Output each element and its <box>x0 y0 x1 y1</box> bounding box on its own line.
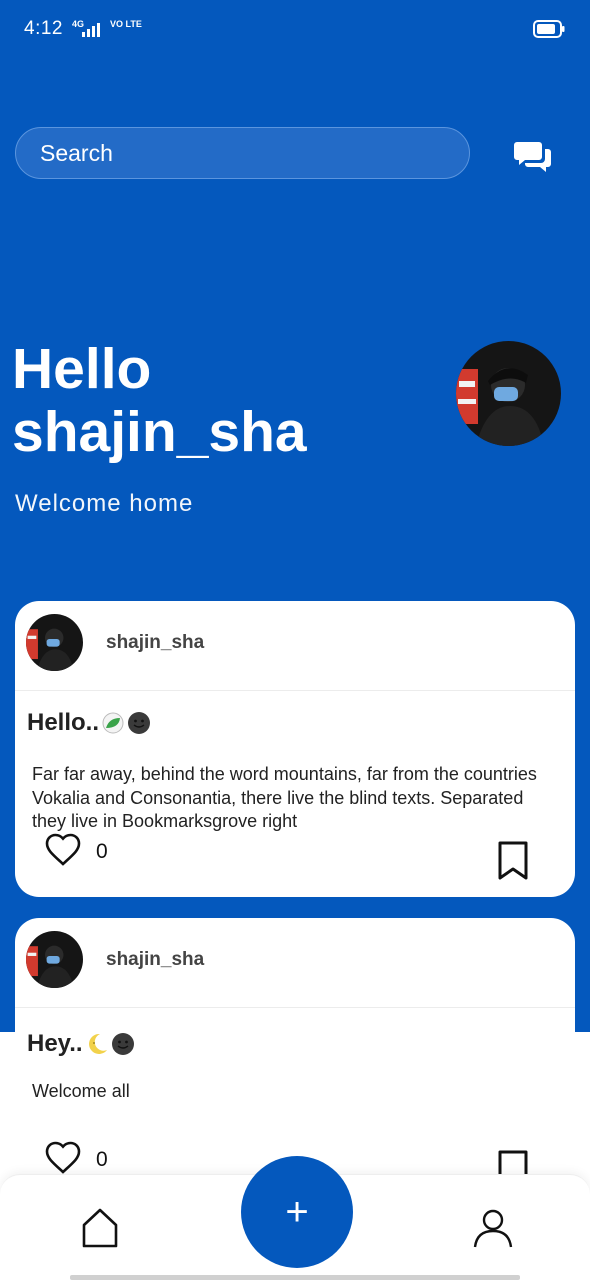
add-post-button[interactable]: + <box>241 1156 353 1268</box>
heart-icon[interactable] <box>45 1141 81 1175</box>
like-count: 0 <box>96 840 108 863</box>
leaf-icon <box>102 712 124 734</box>
profile-avatar[interactable] <box>456 341 561 446</box>
search-input[interactable]: Search <box>15 127 470 179</box>
greeting-heading: Hello shajin_sha <box>12 338 307 464</box>
smiley-icon <box>128 712 151 734</box>
greeting-line-1: Hello <box>12 337 152 401</box>
greeting-username: shajin_sha <box>12 400 307 464</box>
post-header: shajin_sha <box>15 601 575 691</box>
status-bar: 4:12 4G VO LTE <box>0 0 590 60</box>
status-time: 4:12 <box>24 18 63 39</box>
post-username[interactable]: shajin_sha <box>106 949 204 971</box>
avatar-photo <box>26 931 83 988</box>
post-title: Hello.. <box>27 709 151 737</box>
heart-icon[interactable] <box>45 833 81 867</box>
battery-icon <box>533 20 565 38</box>
post-card[interactable]: shajin_sha Hello.. Far far away, behind … <box>15 601 575 897</box>
post-title: Hey.. <box>27 1030 135 1058</box>
smiley-icon <box>111 1033 134 1055</box>
post-username[interactable]: shajin_sha <box>106 632 204 654</box>
post-avatar[interactable] <box>26 931 83 988</box>
search-placeholder: Search <box>40 139 113 166</box>
post-body: Far far away, behind the word mountains,… <box>32 764 537 831</box>
chat-icon[interactable] <box>514 139 554 175</box>
post-header: shajin_sha <box>15 918 575 1008</box>
home-icon[interactable] <box>80 1207 120 1249</box>
post-avatar[interactable] <box>26 614 83 671</box>
profile-icon[interactable] <box>472 1207 514 1249</box>
post-title-text: Hey.. <box>27 1030 83 1057</box>
avatar-photo <box>456 341 561 446</box>
signal-icon <box>82 23 100 37</box>
post-title-text: Hello.. <box>27 709 100 736</box>
like-count: 0 <box>96 1148 108 1171</box>
moon-icon <box>88 1033 107 1054</box>
bookmark-icon[interactable] <box>497 841 529 881</box>
avatar-photo <box>26 614 83 671</box>
welcome-text: Welcome home <box>15 490 194 517</box>
volte-indicator: VO LTE <box>110 19 142 29</box>
gesture-bar <box>70 1275 520 1280</box>
post-body: Welcome all <box>32 1081 130 1101</box>
